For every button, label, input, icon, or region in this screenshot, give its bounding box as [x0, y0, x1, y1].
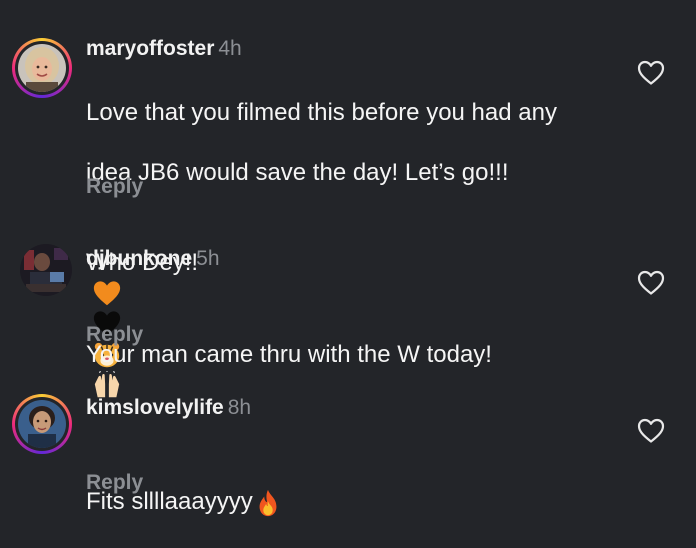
avatar[interactable]: [12, 38, 72, 98]
comment-text-line: Love that you filmed this before you had…: [86, 99, 557, 126]
comment-header: djbunkone 5h: [86, 246, 220, 272]
like-heart-icon[interactable]: [637, 270, 665, 296]
comment-text-line: Fits sllllaaayyyy: [86, 457, 626, 518]
fire-icon: [259, 489, 277, 516]
timestamp: 5h: [196, 247, 220, 270]
avatar[interactable]: [12, 242, 72, 302]
comment-item: kimslovelylife 8h Fits sllllaaayyyy Reply: [0, 370, 696, 532]
comment-item: maryoffoster 4h Love that you filmed this…: [0, 0, 696, 368]
comment-header: kimslovelylife 8h: [86, 395, 251, 421]
username-link[interactable]: maryoffoster: [86, 37, 214, 60]
timestamp: 8h: [227, 396, 252, 419]
avatar[interactable]: [12, 394, 72, 454]
username-link[interactable]: djbunkone: [86, 247, 192, 270]
like-heart-icon[interactable]: [637, 60, 665, 86]
username-link[interactable]: kimslovelylife: [86, 396, 224, 419]
reply-button[interactable]: Reply: [86, 174, 143, 200]
reply-button[interactable]: Reply: [86, 322, 143, 348]
comment-item: djbunkone 5h Your man came thru with the …: [0, 220, 696, 397]
like-heart-icon[interactable]: [637, 418, 665, 444]
timestamp: 4h: [218, 37, 242, 60]
reply-button[interactable]: Reply: [86, 470, 143, 496]
comment-header: maryoffoster 4h: [86, 36, 242, 62]
comment-text-line: idea JB6 would save the day! Let’s go!!!: [86, 159, 509, 186]
comment-text: Fits sllllaaayyyy: [86, 427, 626, 548]
